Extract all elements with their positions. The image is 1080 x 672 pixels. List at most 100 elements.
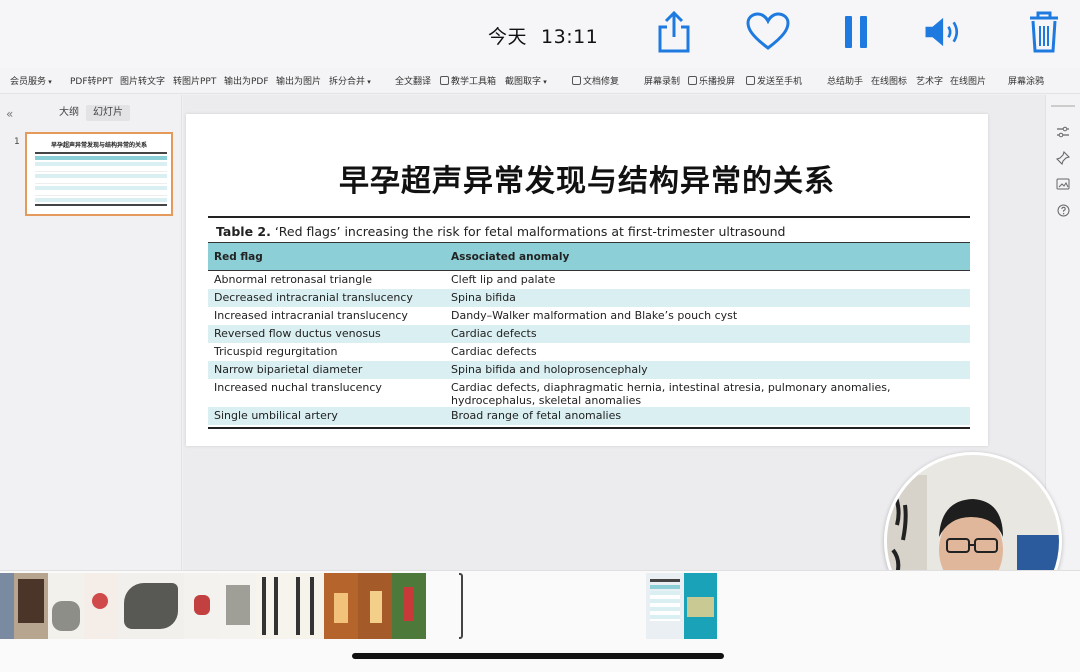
- ribbon-item-18[interactable]: 屏幕涂鸦: [1008, 74, 1044, 87]
- ribbon-item-label: 发送至手机: [757, 77, 803, 87]
- adjust-icon[interactable]: [1054, 123, 1072, 141]
- app-ribbon-toolbar: 会员服务 ▾ PDF转PPT 图片转文字 转图片PPT 输出为PDF 输出为图片 拆分合并 …: [0, 68, 1080, 94]
- table-row: Decreased intracranial translucency Spina…: [208, 289, 970, 307]
- ribbon-item-9[interactable]: 截图取字 ▾: [505, 74, 547, 87]
- ribbon-item-label: 乐播投屏: [699, 77, 736, 87]
- ribbon-item-10[interactable]: 文档修复: [572, 74, 619, 87]
- ribbon-item-label: 总结助手: [827, 77, 864, 87]
- heart-icon[interactable]: [746, 8, 790, 56]
- associated-anomaly-cell: Cardiac defects, diaphragmatic hernia, i…: [451, 381, 891, 407]
- ribbon-item-2[interactable]: 图片转文字: [120, 74, 165, 87]
- ribbon-item-0[interactable]: 会员服务 ▾: [10, 74, 52, 87]
- ribbon-item-5[interactable]: 输出为图片: [276, 74, 321, 87]
- chevron-down-icon: ▾: [365, 78, 371, 86]
- date-label: 今天: [488, 26, 528, 48]
- ribbon-item-label: 图片转文字: [120, 77, 166, 87]
- ribbon-item-icon: [688, 76, 697, 85]
- image-icon[interactable]: [1054, 175, 1072, 193]
- associated-anomaly-cell: Spina bifida: [451, 291, 516, 304]
- slide-thumbnail[interactable]: 早孕超声异常发现与结构异常的关系: [25, 132, 173, 216]
- red-flag-cell: Abnormal retronasal triangle: [214, 273, 373, 286]
- filmstrip-thumbnail[interactable]: [84, 573, 118, 639]
- filmstrip-scrubber[interactable]: [459, 573, 463, 639]
- ribbon-item-7[interactable]: 全文翻译: [395, 74, 431, 87]
- ribbon-item-4[interactable]: 输出为PDF: [224, 74, 269, 87]
- ribbon-item-label: 全文翻译: [395, 77, 432, 87]
- ribbon-item-label: 文档修复: [583, 77, 620, 87]
- screen: 今天 13:11 会员服务 ▾ PDF转PPT 图片转文字 转图片PPT 输出为PDF 输出…: [0, 0, 1080, 672]
- filmstrip-thumbnail[interactable]: [256, 573, 290, 639]
- table-row: Single umbilical artery Broad range of fe…: [208, 407, 970, 425]
- ribbon-item-icon: [746, 76, 755, 85]
- filmstrip-thumbnail[interactable]: [684, 573, 717, 639]
- share-icon[interactable]: [652, 8, 696, 56]
- table-caption-label: Table 2.: [216, 224, 271, 239]
- ribbon-item-15[interactable]: 在线图标: [871, 74, 907, 87]
- thumbnail-rule: [35, 204, 167, 206]
- thumbnail-row: [35, 186, 167, 190]
- column-header-associated-anomaly: Associated anomaly: [451, 250, 570, 263]
- filmstrip-thumbnail[interactable]: [184, 573, 220, 639]
- help-icon[interactable]: [1054, 201, 1072, 219]
- slide-navigator-panel: « 大纲 幻灯片 1 早孕超声异常发现与结构异常的关系: [0, 95, 182, 570]
- ribbon-item-6[interactable]: 拆分合并 ▾: [329, 74, 371, 87]
- filmstrip-thumbnail[interactable]: [48, 573, 84, 639]
- table-row: Reversed flow ductus venosus Cardiac defe…: [208, 325, 970, 343]
- ribbon-item-3[interactable]: 转图片PPT: [173, 74, 216, 87]
- table-row: Tricuspid regurgitation Cardiac defects: [208, 343, 970, 361]
- pin-icon[interactable]: [1054, 149, 1072, 167]
- filmstrip-thumbnail[interactable]: [118, 573, 184, 639]
- table-bottom-rule: [208, 427, 970, 429]
- ribbon-item-label: 在线图片: [950, 77, 987, 87]
- ribbon-item-label: 截图取字: [505, 77, 542, 87]
- thumbnail-rule: [35, 152, 167, 154]
- thumbnail-row: [35, 174, 167, 178]
- table-caption-text: ‘Red flags’ increasing the risk for feta…: [270, 224, 786, 239]
- viewer-top-bar: 今天 13:11: [0, 0, 1080, 68]
- ribbon-item-1[interactable]: PDF转PPT: [70, 74, 113, 87]
- thumbnail-row: [35, 192, 167, 196]
- ribbon-item-label: 转图片PPT: [173, 77, 217, 87]
- ribbon-item-label: 艺术字: [916, 77, 944, 87]
- tab-outline[interactable]: 大纲: [52, 105, 86, 121]
- filmstrip-thumbnail[interactable]: [290, 573, 324, 639]
- ribbon-item-13[interactable]: 发送至手机: [746, 74, 802, 87]
- associated-anomaly-cell: Dandy–Walker malformation and Blake’s po…: [451, 309, 738, 322]
- collapse-panel-button[interactable]: «: [6, 107, 13, 121]
- ribbon-item-12[interactable]: 乐播投屏: [688, 74, 735, 87]
- home-indicator[interactable]: [352, 653, 724, 659]
- chevron-down-icon: ▾: [46, 78, 52, 86]
- filmstrip-thumbnail[interactable]: [0, 573, 14, 639]
- red-flag-cell: Tricuspid regurgitation: [214, 345, 338, 358]
- pause-icon[interactable]: [834, 8, 878, 56]
- filmstrip-thumbnail[interactable]: [220, 573, 256, 639]
- ribbon-item-17[interactable]: 在线图片: [950, 74, 986, 87]
- ribbon-item-icon: [572, 76, 581, 85]
- tab-slides[interactable]: 幻灯片: [86, 105, 130, 121]
- volume-icon[interactable]: [922, 8, 966, 56]
- filmstrip-thumbnail[interactable]: [324, 573, 358, 639]
- filmstrip-thumbnail[interactable]: [14, 573, 48, 639]
- timestamp: 今天 13:11: [488, 22, 612, 49]
- ribbon-item-label: PDF转PPT: [70, 77, 113, 87]
- trash-icon[interactable]: [1022, 8, 1066, 56]
- ribbon-item-16[interactable]: 艺术字: [916, 74, 943, 87]
- current-slide[interactable]: 早孕超声异常发现与结构异常的关系 Table 2. ‘Red flags’ in…: [186, 114, 988, 446]
- associated-anomaly-cell: Broad range of fetal anomalies: [451, 409, 622, 422]
- thumbnail-title: 早孕超声异常发现与结构异常的关系: [50, 142, 147, 149]
- ribbon-item-11[interactable]: 屏幕录制: [644, 74, 680, 87]
- table-row: Abnormal retronasal triangle Cleft lip an…: [208, 271, 970, 289]
- ribbon-item-8[interactable]: 教学工具箱: [440, 74, 496, 87]
- filmstrip-thumbnail[interactable]: [392, 573, 426, 639]
- ribbon-item-14[interactable]: 总结助手: [827, 74, 863, 87]
- filmstrip-thumbnail[interactable]: [646, 573, 684, 639]
- thumbnail-row: [35, 168, 167, 172]
- table-header: Red flag Associated anomaly: [208, 242, 970, 271]
- associated-anomaly-cell: Cleft lip and palate: [451, 273, 556, 286]
- ribbon-item-label: 教学工具箱: [451, 77, 497, 87]
- filmstrip-thumbnail[interactable]: [358, 573, 392, 639]
- column-header-red-flag: Red flag: [214, 250, 263, 263]
- red-flag-cell: Reversed flow ductus venosus: [214, 327, 381, 340]
- red-flag-cell: Decreased intracranial translucency: [214, 291, 413, 304]
- ribbon-item-label: 会员服务: [10, 77, 47, 87]
